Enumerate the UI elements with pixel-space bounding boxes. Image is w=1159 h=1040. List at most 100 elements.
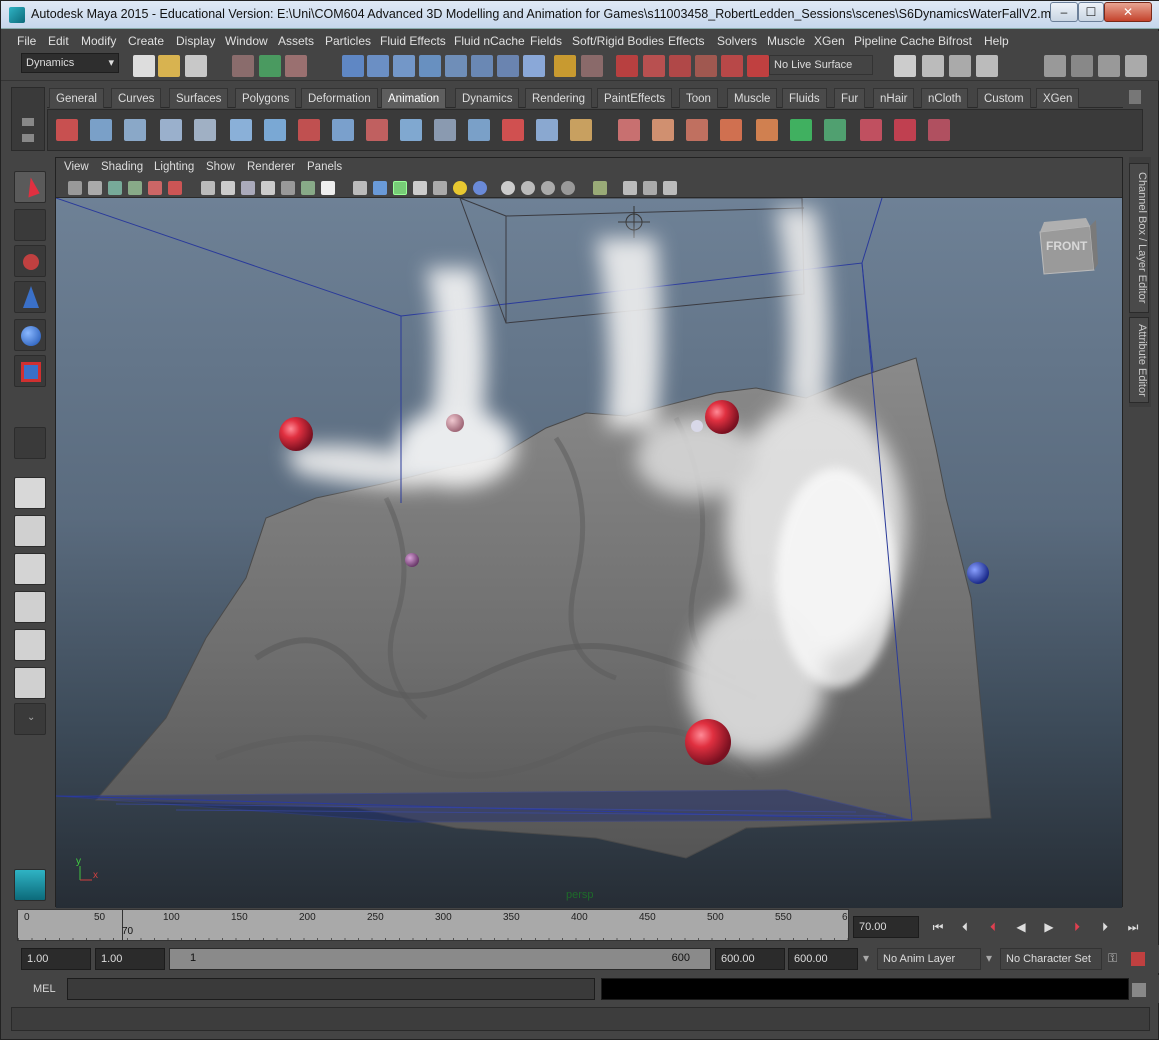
- motion-blur-icon[interactable]: [521, 181, 535, 195]
- end-time-field[interactable]: 600.00: [788, 948, 858, 970]
- sidebar-toggle-icon[interactable]: [1044, 55, 1066, 77]
- script-language-label[interactable]: MEL: [33, 983, 56, 995]
- menu-bifrost[interactable]: Bifrost: [938, 34, 972, 48]
- menu-fields[interactable]: Fields: [530, 34, 562, 48]
- magnet-view-icon[interactable]: [695, 55, 717, 77]
- panel-menu-renderer[interactable]: Renderer: [247, 161, 295, 173]
- smooth-bind-icon[interactable]: [434, 119, 456, 141]
- magnet-icon[interactable]: [616, 55, 638, 77]
- start-time-field[interactable]: 1.00: [21, 948, 91, 970]
- shelf-menu-icon[interactable]: [22, 118, 34, 126]
- script-editor-icon[interactable]: [1132, 983, 1146, 997]
- new-scene-icon[interactable]: [133, 55, 155, 77]
- smooth-shade-icon[interactable]: [373, 181, 387, 195]
- command-input[interactable]: [67, 978, 595, 1000]
- shelf-tab-fur[interactable]: Fur: [834, 88, 866, 108]
- perspective-viewport[interactable]: FRONT y x persp: [56, 198, 1122, 908]
- channel-box-tab[interactable]: Channel Box / Layer Editor: [1129, 163, 1149, 313]
- wire-tool-icon[interactable]: [894, 119, 916, 141]
- motion-path-icon[interactable]: [570, 119, 592, 141]
- menu-fluid-effects[interactable]: Fluid Effects: [380, 34, 446, 48]
- shelf-tab-rendering[interactable]: Rendering: [525, 88, 593, 108]
- shelf-tab-toon[interactable]: Toon: [679, 88, 718, 108]
- lasso-tool-icon[interactable]: [14, 209, 46, 241]
- shelf-tab-curves[interactable]: Curves: [111, 88, 162, 108]
- menu-particles[interactable]: Particles: [325, 34, 371, 48]
- safe-title-icon[interactable]: [321, 181, 335, 195]
- outliner-layout-icon[interactable]: [14, 553, 46, 585]
- magnet-curve-icon[interactable]: [643, 55, 665, 77]
- film-gate-icon[interactable]: [221, 181, 235, 195]
- face-blend-icon[interactable]: [618, 119, 640, 141]
- rigid-bind-icon[interactable]: [468, 119, 490, 141]
- screen-space-ao-icon[interactable]: [501, 181, 515, 195]
- camera-attributes-icon[interactable]: [88, 181, 102, 195]
- attribute-editor-toggle-icon[interactable]: [1071, 55, 1093, 77]
- red-sphere-left[interactable]: [279, 417, 313, 451]
- minimize-button[interactable]: –: [1050, 2, 1078, 22]
- snap-live-icon[interactable]: [445, 55, 467, 77]
- grid-icon[interactable]: [201, 181, 215, 195]
- resolution-gate-icon[interactable]: [241, 181, 255, 195]
- go-to-end-icon[interactable]: ⏭: [1122, 918, 1144, 936]
- open-scene-icon[interactable]: [158, 55, 180, 77]
- set-key-icon[interactable]: [56, 119, 78, 141]
- menu-pipeline-cache[interactable]: Pipeline Cache: [854, 34, 935, 48]
- jiggle-icon[interactable]: [860, 119, 882, 141]
- wireframe-on-shaded-icon[interactable]: [393, 181, 407, 195]
- anti-aliasing-icon[interactable]: [541, 181, 555, 195]
- key-icon[interactable]: ⚿: [1108, 951, 1117, 966]
- red-sphere-right[interactable]: [705, 400, 739, 434]
- ipr-render-icon[interactable]: [949, 55, 971, 77]
- menu-assets[interactable]: Assets: [278, 34, 314, 48]
- chevron-down-icon[interactable]: ▾: [863, 951, 869, 965]
- paint-weights-icon[interactable]: [686, 119, 708, 141]
- input-ops-icon[interactable]: [497, 55, 519, 77]
- four-view-layout-icon[interactable]: [14, 515, 46, 547]
- cluster-icon[interactable]: [536, 119, 558, 141]
- magnet-live-icon[interactable]: [747, 55, 769, 77]
- graph-editor-layout-icon[interactable]: [14, 591, 46, 623]
- pink-sphere[interactable]: [446, 414, 464, 432]
- locator-icon[interactable]: [790, 119, 812, 141]
- textured-icon[interactable]: [413, 181, 427, 195]
- shelf-tab-custom[interactable]: Custom: [977, 88, 1031, 108]
- rotate-tool-icon[interactable]: [14, 319, 46, 351]
- constraint-point-icon[interactable]: [298, 119, 320, 141]
- step-back-frame-icon[interactable]: ⏴: [954, 918, 976, 936]
- safe-action-icon[interactable]: [301, 181, 315, 195]
- panel-menu-shading[interactable]: Shading: [101, 161, 143, 173]
- close-button[interactable]: ✕: [1104, 2, 1152, 22]
- depth-of-field-icon[interactable]: [561, 181, 575, 195]
- maximize-button[interactable]: ☐: [1078, 2, 1104, 22]
- human-ik-icon[interactable]: [194, 119, 216, 141]
- render-view-icon[interactable]: [894, 55, 916, 77]
- menu-create[interactable]: Create: [128, 34, 164, 48]
- character-set-field[interactable]: No Character Set: [1000, 948, 1102, 970]
- current-time-field[interactable]: 70.00: [853, 916, 919, 938]
- red-sphere-bottom[interactable]: [685, 719, 731, 765]
- snap-plane-icon[interactable]: [419, 55, 441, 77]
- image-plane-icon[interactable]: [128, 181, 142, 195]
- panel-menu-view[interactable]: View: [64, 161, 89, 173]
- default-material-icon[interactable]: [473, 181, 487, 195]
- scale-tool-icon[interactable]: [14, 355, 46, 387]
- joint-tool-icon[interactable]: [264, 119, 286, 141]
- menu-muscle[interactable]: Muscle: [767, 34, 805, 48]
- shelf-tab-ncloth[interactable]: nCloth: [921, 88, 969, 108]
- menu-effects[interactable]: Effects: [668, 34, 704, 48]
- history-icon[interactable]: [471, 55, 493, 77]
- play-forward-icon[interactable]: ▶: [1038, 918, 1060, 936]
- xray-icon[interactable]: [623, 181, 637, 195]
- constraint-scale-icon[interactable]: [400, 119, 422, 141]
- wrap-deformer-icon[interactable]: [720, 119, 742, 141]
- panel-menu-show[interactable]: Show: [206, 161, 235, 173]
- white-sphere[interactable]: [691, 420, 703, 432]
- render-settings-icon[interactable]: [976, 55, 998, 77]
- shelf-tab-muscle[interactable]: Muscle: [727, 88, 778, 108]
- shelf-tab-animation[interactable]: Animation: [381, 88, 447, 108]
- time-slider[interactable]: 0 50 100 150 200 250 300 350 400 450 500…: [17, 909, 849, 941]
- menu-window[interactable]: Window: [225, 34, 268, 48]
- shelf-tab-deformation[interactable]: Deformation: [301, 88, 378, 108]
- shelf-tab-xgen[interactable]: XGen: [1036, 88, 1080, 108]
